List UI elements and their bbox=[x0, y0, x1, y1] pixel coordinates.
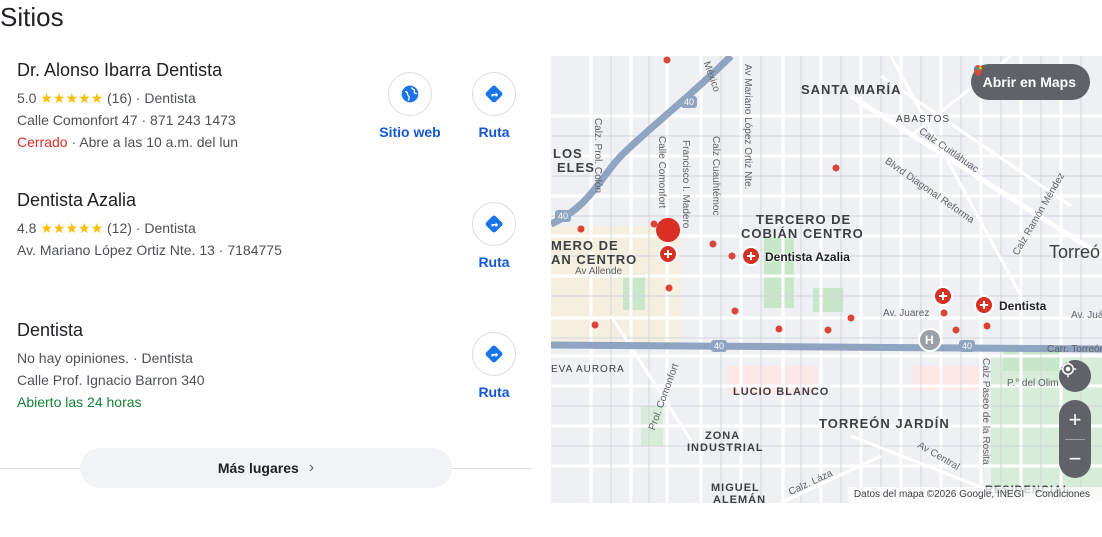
area-label: ABASTOS bbox=[896, 114, 951, 125]
star-rating-icon: ★★★★★ bbox=[40, 220, 104, 236]
highway-marker: 40 bbox=[959, 340, 976, 352]
dentist-pin-icon bbox=[974, 295, 994, 315]
directions-label: Ruta bbox=[478, 384, 510, 400]
street-label: Av Allende bbox=[575, 266, 623, 277]
area-label: Torreó bbox=[1049, 242, 1101, 262]
area-label: ELES bbox=[557, 160, 595, 175]
area-label: ALEMÁN bbox=[713, 494, 767, 503]
directions-button-2[interactable]: Ruta bbox=[454, 202, 534, 270]
attribution-text: Datos del mapa ©2026 Google, INEGI bbox=[853, 489, 1025, 500]
area-label: MERO DE bbox=[551, 238, 619, 253]
highway-marker: 40 bbox=[555, 210, 572, 222]
place-category: Dentista bbox=[141, 350, 193, 366]
google-maps-pin-icon bbox=[973, 65, 982, 77]
globe-icon bbox=[388, 72, 432, 116]
directions-button-1[interactable]: Ruta bbox=[454, 72, 534, 140]
area-label: ZONA bbox=[705, 430, 741, 442]
place-category: Dentista bbox=[144, 220, 196, 236]
place-category: Dentista bbox=[144, 90, 196, 106]
website-label: Sitio web bbox=[379, 124, 441, 140]
area-label: TORREÓN JARDÍN bbox=[819, 416, 950, 431]
area-label: MIGUEL bbox=[711, 482, 760, 494]
zoom-controls: + − bbox=[1059, 400, 1091, 478]
area-label: COBIÁN CENTRO bbox=[741, 226, 864, 241]
directions-label: Ruta bbox=[478, 124, 510, 140]
crosshair-icon bbox=[1059, 360, 1077, 378]
review-count: (16) bbox=[107, 90, 132, 106]
no-reviews-text: No hay opiniones. bbox=[17, 350, 130, 366]
section-heading: Sitios bbox=[0, 2, 64, 32]
map-pin-label[interactable]: Dentista Azalia bbox=[765, 250, 850, 264]
map-pin-label[interactable]: Dentista bbox=[999, 299, 1046, 313]
hospital-icon: H bbox=[925, 333, 934, 347]
area-label: LUCIO BLANCO bbox=[733, 386, 830, 398]
directions-button-3[interactable]: Ruta bbox=[454, 332, 534, 400]
plus-icon: + bbox=[1068, 406, 1082, 432]
area-label: EVA AURORA bbox=[551, 364, 625, 375]
street-label: Av Mariano López Ortiz Nte. bbox=[742, 64, 753, 190]
opening-time: Abre a las 10 a.m. del lun bbox=[79, 134, 239, 150]
street-label: P.° del Olim bbox=[1007, 378, 1059, 389]
open-in-maps-label: Abrir en Maps bbox=[982, 74, 1076, 90]
street-label: Calz Cuauhtémoc bbox=[710, 136, 721, 216]
website-button[interactable]: Sitio web bbox=[370, 72, 450, 140]
area-label: SANTA MARÍA bbox=[801, 82, 902, 97]
street-label: Av. Juá bbox=[1071, 310, 1102, 321]
street-label: Calle Comonfort bbox=[656, 136, 667, 209]
more-places-button[interactable]: Más lugares › bbox=[80, 448, 452, 488]
zoom-out-button[interactable]: − bbox=[1059, 440, 1091, 478]
rating-value: 4.8 bbox=[17, 220, 37, 236]
terms-link[interactable]: Condiciones bbox=[1035, 489, 1090, 500]
street-label: Av. Juarez bbox=[883, 308, 930, 319]
highway-marker: 40 bbox=[711, 340, 728, 352]
minus-icon: − bbox=[1068, 446, 1082, 471]
more-places-label: Más lugares bbox=[217, 460, 299, 476]
street-label: Calz Paseo de la Rosita bbox=[980, 358, 991, 465]
status-closed: Cerrado bbox=[17, 134, 68, 150]
zoom-in-button[interactable]: + bbox=[1059, 400, 1091, 439]
directions-icon bbox=[472, 202, 516, 246]
directions-icon bbox=[472, 332, 516, 376]
highway-marker: 40 bbox=[681, 96, 698, 108]
street-label: Carr. Torreón bbox=[1047, 344, 1102, 355]
dentist-pin-icon bbox=[933, 286, 953, 306]
map-view[interactable]: SANTA MARÍA TERCERO DE COBIÁN CENTRO TOR… bbox=[551, 56, 1102, 503]
area-label: LOS bbox=[553, 146, 583, 161]
map-attribution: Datos del mapa ©2026 Google, INEGI Condi… bbox=[847, 487, 1102, 503]
area-label: TERCERO DE bbox=[756, 212, 852, 227]
street-label: Calz. Prol. Colón bbox=[592, 118, 603, 194]
my-location-button[interactable] bbox=[1059, 360, 1091, 392]
open-in-maps-button[interactable]: Abrir en Maps bbox=[970, 64, 1090, 100]
review-count: (12) bbox=[107, 220, 132, 236]
chevron-right-icon: › bbox=[308, 459, 315, 476]
street-label: Francisco I. Madero bbox=[680, 140, 691, 229]
map-canvas bbox=[551, 56, 1102, 503]
dentist-pin-icon bbox=[741, 246, 761, 266]
rating-value: 5.0 bbox=[17, 90, 37, 106]
directions-label: Ruta bbox=[478, 254, 510, 270]
star-rating-icon: ★★★★★ bbox=[40, 90, 104, 106]
area-label: AN CENTRO bbox=[551, 252, 638, 267]
directions-icon bbox=[472, 72, 516, 116]
area-label: INDUSTRIAL bbox=[687, 442, 764, 454]
